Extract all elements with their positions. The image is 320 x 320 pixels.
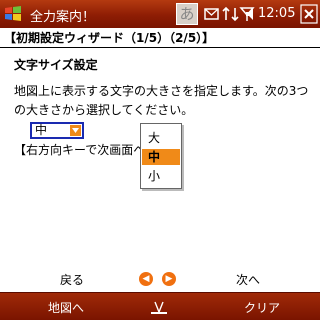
close-icon[interactable] <box>300 4 318 24</box>
wizard-header: 【初期設定ウィザード（1/5）（2/5）】 <box>0 28 320 48</box>
section-title: 文字サイズ設定 <box>14 58 98 72</box>
select-value: 中 <box>35 123 48 137</box>
font-size-dropdown: 大 中 小 <box>140 123 182 189</box>
app-title: 全力案内！ <box>30 10 96 25</box>
message-icon[interactable] <box>203 5 221 23</box>
chevron-down-icon[interactable] <box>70 125 81 136</box>
windows-start-icon[interactable] <box>2 3 24 25</box>
option-medium[interactable]: 中 <box>142 149 180 165</box>
description-text: 地図上に表示する文字の大きさを指定します。次の3つの大きさから選択してください。 <box>14 84 309 117</box>
volume-icon[interactable] <box>244 5 258 23</box>
title-bar: 全力案内！ あ 12:05 <box>0 0 320 28</box>
map-softkey[interactable]: 地図へ <box>48 299 84 316</box>
font-size-select[interactable]: 中 <box>30 122 84 139</box>
wizard-nav <box>0 268 320 292</box>
next-button[interactable]: 次へ <box>236 271 260 288</box>
next-arrow-icon[interactable]: ▶ <box>162 272 176 286</box>
ime-mode-button[interactable]: あ <box>176 3 198 25</box>
back-arrow-icon[interactable]: ◀ <box>139 272 153 286</box>
keyboard-icon[interactable] <box>148 298 170 316</box>
back-button[interactable]: 戻る <box>60 271 84 288</box>
option-large[interactable]: 大 <box>142 130 180 146</box>
clear-softkey[interactable]: クリア <box>244 299 280 316</box>
clock[interactable]: 12:05 <box>258 6 295 21</box>
option-small[interactable]: 小 <box>142 168 180 184</box>
hint-text: 【右方向キーで次画面へ】 <box>14 143 158 157</box>
